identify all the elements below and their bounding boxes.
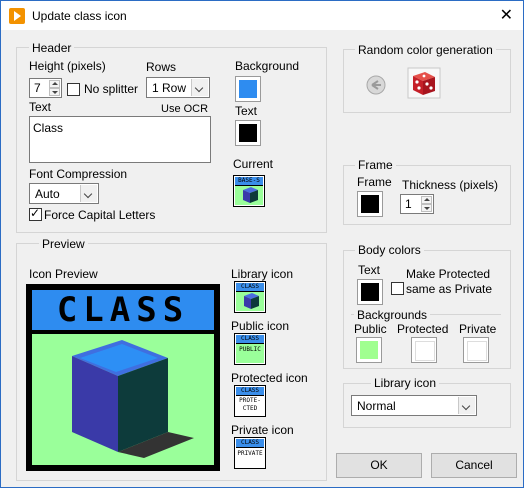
- rows-label: Rows: [146, 60, 177, 74]
- library-icon-body: [236, 292, 264, 311]
- private-bg-color-button[interactable]: [463, 337, 489, 363]
- protected-bg-swatch: [415, 341, 435, 361]
- height-label: Height (pixels): [29, 59, 106, 73]
- library-group-label: Library icon: [371, 376, 440, 390]
- font-compression-select[interactable]: Auto: [29, 183, 99, 204]
- library-icon-select[interactable]: Normal: [351, 395, 477, 416]
- current-icon-body: [235, 186, 263, 205]
- icon-preview: CLASS: [26, 284, 220, 471]
- chevron-down-icon: [80, 185, 97, 202]
- preview-header-bar: CLASS: [32, 290, 214, 330]
- private-icon-preview: CLASS PRIVATE: [234, 437, 266, 469]
- close-icon[interactable]: ✕: [500, 5, 513, 25]
- frame-group-label: Frame: [355, 158, 396, 172]
- cube-icon: [243, 187, 258, 203]
- window-title: Update class icon: [32, 9, 127, 23]
- chevron-down-icon: [191, 79, 208, 96]
- private-icon-label: Private icon: [231, 423, 294, 437]
- library-icon-preview-label: Library icon: [231, 267, 294, 281]
- private-bg-label: Private: [459, 322, 497, 336]
- thickness-spinner[interactable]: 1: [400, 194, 434, 214]
- current-icon: BASE-S: [233, 175, 265, 207]
- private-icon-header: CLASS: [236, 439, 264, 448]
- public-bg-color-button[interactable]: [356, 337, 382, 363]
- header-group-label: Header: [29, 41, 75, 55]
- thickness-value: 1: [405, 197, 412, 211]
- height-spinner[interactable]: 7: [29, 78, 62, 98]
- header-text-color-button[interactable]: [235, 120, 261, 146]
- dialog-window: Update class icon ✕ Header Height (pixel…: [0, 0, 524, 488]
- header-text-input[interactable]: Class: [29, 116, 211, 163]
- protected-icon-preview: CLASS PROTE- CTED: [234, 385, 266, 417]
- frame-color-button[interactable]: [357, 191, 383, 217]
- title-bar: Update class icon ✕: [1, 1, 523, 30]
- height-value: 7: [34, 81, 41, 95]
- protected-icon-label: Protected icon: [231, 371, 308, 385]
- no-splitter-label: No splitter: [84, 82, 139, 96]
- background-color-button[interactable]: [235, 76, 261, 102]
- chevron-down-icon: [458, 397, 475, 414]
- protected-icon-header: CLASS: [236, 387, 264, 396]
- header-text-color-label: Text: [235, 104, 258, 118]
- text-color-swatch: [239, 124, 257, 142]
- protected-bg-label: Protected: [397, 322, 449, 336]
- frame-color-swatch: [361, 195, 379, 213]
- make-protected-label-2: same as Private: [406, 282, 493, 296]
- app-icon: [9, 8, 25, 24]
- body-text-color-button[interactable]: [357, 279, 383, 305]
- protected-icon-text-2: CTED: [242, 405, 258, 412]
- random-group-label: Random color generation: [355, 43, 496, 57]
- force-caps-label: Force Capital Letters: [44, 208, 156, 222]
- font-compression-label: Font Compression: [29, 167, 128, 181]
- ok-button[interactable]: OK: [336, 453, 422, 478]
- library-icon-value: Normal: [357, 399, 396, 413]
- library-icon-header: CLASS: [236, 283, 264, 292]
- thickness-down-arrow-icon[interactable]: [421, 204, 432, 212]
- public-bg-swatch: [360, 341, 378, 359]
- text-label: Text: [29, 100, 52, 114]
- make-protected-checkbox[interactable]: [391, 282, 404, 295]
- force-caps-checkbox[interactable]: [29, 206, 42, 221]
- protected-icon-text-1: PROTE-: [239, 397, 261, 404]
- current-label: Current: [233, 157, 274, 171]
- public-icon-preview: CLASS PUBLIC: [234, 333, 266, 365]
- preview-banner-text: CLASS: [56, 290, 190, 330]
- background-swatch: [239, 80, 257, 98]
- thickness-label: Thickness (pixels): [402, 178, 499, 192]
- public-icon-header: CLASS: [236, 335, 264, 344]
- cube-icon: [244, 293, 259, 309]
- dice-icon[interactable]: [407, 67, 441, 99]
- height-down-arrow-icon[interactable]: [49, 88, 60, 96]
- undo-icon[interactable]: [365, 74, 387, 96]
- backgrounds-label: Backgrounds: [354, 308, 431, 322]
- header-text-value: Class: [33, 121, 64, 135]
- public-icon-text: PUBLIC: [239, 346, 261, 353]
- font-compression-value: Auto: [35, 187, 60, 201]
- rows-select[interactable]: 1 Row: [146, 77, 210, 98]
- rows-value: 1 Row: [152, 81, 187, 95]
- cancel-button[interactable]: Cancel: [431, 453, 517, 478]
- preview-group-label: Preview: [39, 237, 88, 251]
- library-icon-preview: CLASS: [234, 281, 266, 313]
- class-cube-icon: [72, 340, 194, 458]
- body-text-color-swatch: [361, 283, 379, 301]
- protected-bg-color-button[interactable]: [411, 337, 437, 363]
- preview-body: [32, 334, 214, 465]
- private-bg-swatch: [467, 341, 487, 361]
- no-splitter-checkbox[interactable]: [67, 83, 80, 96]
- body-colors-group-label: Body colors: [355, 243, 424, 257]
- body-text-label: Text: [358, 263, 381, 277]
- thickness-up-arrow-icon[interactable]: [421, 196, 432, 204]
- public-bg-label: Public: [354, 322, 387, 336]
- use-ocr-label[interactable]: Use OCR: [161, 103, 208, 115]
- make-protected-label: Make Protected: [406, 267, 491, 281]
- private-icon-text: PRIVATE: [237, 450, 263, 457]
- background-label: Background: [235, 59, 300, 73]
- public-icon-label: Public icon: [231, 319, 290, 333]
- current-icon-header: BASE-S: [235, 177, 263, 186]
- height-up-arrow-icon[interactable]: [49, 80, 60, 88]
- frame-label: Frame: [357, 175, 392, 189]
- icon-preview-label: Icon Preview: [29, 267, 98, 281]
